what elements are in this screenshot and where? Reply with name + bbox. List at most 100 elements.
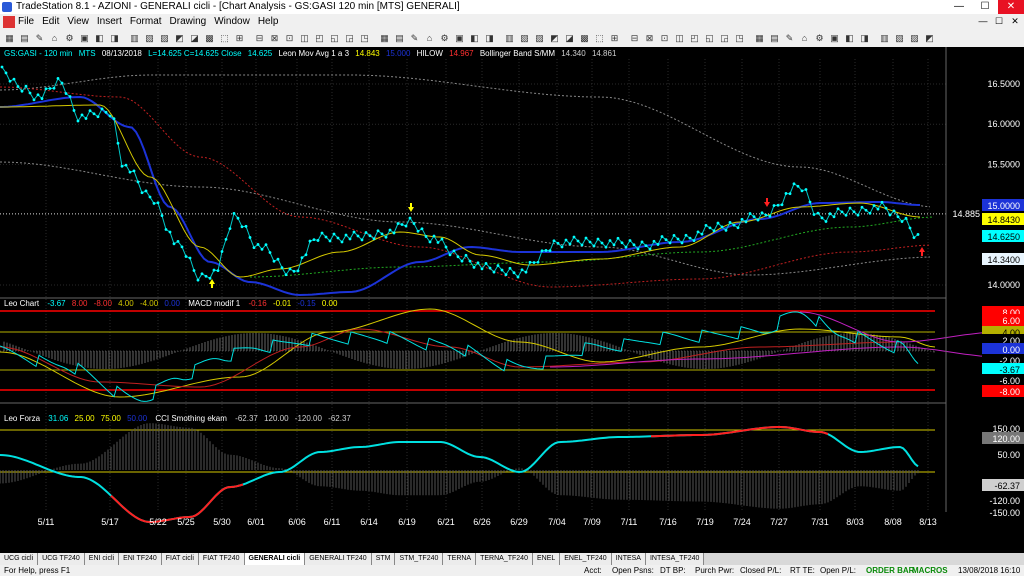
cross-icon[interactable]: ▨	[909, 32, 920, 44]
frame-icon[interactable]: ⬚	[219, 32, 230, 44]
tab-stm[interactable]: STM	[371, 553, 396, 565]
home-icon[interactable]: ⌂	[799, 32, 810, 44]
tile-left-icon[interactable]: ◧	[469, 32, 480, 44]
corner-b-icon[interactable]: ◱	[704, 32, 715, 44]
tab-enel[interactable]: ENEL	[532, 553, 561, 565]
split-alt-icon[interactable]: ◪	[189, 32, 200, 44]
tab-eni-cicli[interactable]: ENI cicli	[84, 553, 120, 565]
dot-icon[interactable]: ⊡	[659, 32, 670, 44]
corner-a-icon[interactable]: ◰	[689, 32, 700, 44]
chart-canvas[interactable]: 5/11 5/17 5/22 5/25 5/30 6/01 6/06 6/11 6/14 6/19…	[0, 47, 1024, 550]
column-icon[interactable]: ◫	[674, 32, 685, 44]
tab-generali-tf240[interactable]: GENERALI TF240	[305, 553, 372, 565]
grid-icon[interactable]: ▥	[129, 32, 140, 44]
corner-c-icon[interactable]: ◲	[719, 32, 730, 44]
tile-right-icon[interactable]: ◨	[109, 32, 120, 44]
settings-icon[interactable]: ⚙	[439, 32, 450, 44]
tab-enel-tf240[interactable]: ENEL_TF240	[560, 553, 612, 565]
close-button[interactable]: ✕	[998, 0, 1024, 14]
menu-help[interactable]: Help	[258, 16, 279, 27]
new-icon[interactable]: ▦	[4, 32, 15, 44]
cross-icon[interactable]: ▨	[534, 32, 545, 44]
tab-ucg-cicli[interactable]: UCG cicli	[0, 553, 39, 565]
split-icon[interactable]: ◩	[924, 32, 935, 44]
edit-icon[interactable]: ✎	[34, 32, 45, 44]
menu-edit[interactable]: Edit	[42, 16, 59, 27]
edit-icon[interactable]: ✎	[409, 32, 420, 44]
grid-icon[interactable]: ▥	[879, 32, 890, 44]
minus-icon[interactable]: ⊟	[629, 32, 640, 44]
menu-format[interactable]: Format	[130, 16, 162, 27]
macros-button[interactable]: MACROS	[912, 565, 948, 576]
corner-a-icon[interactable]: ◰	[314, 32, 325, 44]
window-icon[interactable]: ▣	[829, 32, 840, 44]
tab-ucg-tf240[interactable]: UCG TF240	[38, 553, 85, 565]
menu-drawing[interactable]: Drawing	[170, 16, 207, 27]
hatch-icon[interactable]: ▧	[519, 32, 530, 44]
settings-icon[interactable]: ⚙	[64, 32, 75, 44]
close-point	[700, 232, 704, 236]
tab-terna[interactable]: TERNA	[443, 553, 477, 565]
menu-insert[interactable]: Insert	[97, 16, 122, 27]
child-close-button[interactable]: ✕	[1008, 15, 1022, 28]
plus-icon[interactable]: ⊞	[609, 32, 620, 44]
tab-stm-tf240[interactable]: STM_TF240	[395, 553, 444, 565]
minus-icon[interactable]: ⊟	[254, 32, 265, 44]
tile-right-icon[interactable]: ◨	[484, 32, 495, 44]
tile-left-icon[interactable]: ◧	[844, 32, 855, 44]
corner-d-icon[interactable]: ◳	[359, 32, 370, 44]
new-icon[interactable]: ▦	[754, 32, 765, 44]
menu-view[interactable]: View	[67, 16, 89, 27]
open-icon[interactable]: ▤	[394, 32, 405, 44]
window-icon[interactable]: ▣	[454, 32, 465, 44]
plus-icon[interactable]: ⊞	[234, 32, 245, 44]
split-icon[interactable]: ◩	[549, 32, 560, 44]
x-axis-date-label: 6/11	[324, 517, 341, 527]
dot-icon[interactable]: ⊡	[284, 32, 295, 44]
column-icon[interactable]: ◫	[299, 32, 310, 44]
child-restore-button[interactable]: ☐	[992, 15, 1006, 28]
tab-intesa[interactable]: INTESA	[611, 553, 646, 565]
close-point	[628, 239, 632, 242]
open-icon[interactable]: ▤	[769, 32, 780, 44]
split-icon[interactable]: ◩	[174, 32, 185, 44]
split-alt-icon[interactable]: ◪	[564, 32, 575, 44]
edit-icon[interactable]: ✎	[784, 32, 795, 44]
macd-value-label: -8.00	[999, 387, 1020, 397]
grid-icon[interactable]: ▥	[504, 32, 515, 44]
menu-window[interactable]: Window	[214, 16, 250, 27]
x-icon[interactable]: ⊠	[644, 32, 655, 44]
tab-generali-cicli[interactable]: GENERALI cicli	[244, 553, 306, 565]
tab-terna-tf240[interactable]: TERNA_TF240	[476, 553, 533, 565]
chart-analysis-window[interactable]: 5/11 5/17 5/22 5/25 5/30 6/01 6/06 6/11 6/14 6/19…	[0, 47, 1024, 550]
menu-file[interactable]: File	[18, 16, 34, 27]
child-minimize-button[interactable]: —	[976, 15, 990, 28]
corner-b-icon[interactable]: ◱	[329, 32, 340, 44]
corner-d-icon[interactable]: ◳	[734, 32, 745, 44]
dense-icon[interactable]: ▩	[204, 32, 215, 44]
tab-fiat-cicli[interactable]: FIAT cicli	[161, 553, 199, 565]
home-icon[interactable]: ⌂	[424, 32, 435, 44]
minimize-button[interactable]: —	[946, 0, 972, 14]
tab-fiat-tf240[interactable]: FIAT TF240	[198, 553, 245, 565]
tab-intesa-tf240[interactable]: INTESA_TF240	[645, 553, 705, 565]
settings-icon[interactable]: ⚙	[814, 32, 825, 44]
close-point	[816, 211, 820, 215]
close-point	[776, 203, 780, 207]
hatch-icon[interactable]: ▧	[894, 32, 905, 44]
hatch-icon[interactable]: ▧	[144, 32, 155, 44]
open-icon[interactable]: ▤	[19, 32, 30, 44]
dense-icon[interactable]: ▩	[579, 32, 590, 44]
new-icon[interactable]: ▦	[379, 32, 390, 44]
x-icon[interactable]: ⊠	[269, 32, 280, 44]
tile-left-icon[interactable]: ◧	[94, 32, 105, 44]
corner-c-icon[interactable]: ◲	[344, 32, 355, 44]
tile-right-icon[interactable]: ◨	[859, 32, 870, 44]
home-icon[interactable]: ⌂	[49, 32, 60, 44]
frame-icon[interactable]: ⬚	[594, 32, 605, 44]
window-icon[interactable]: ▣	[79, 32, 90, 44]
cross-icon[interactable]: ▨	[159, 32, 170, 44]
maximize-button[interactable]: ☐	[972, 0, 998, 14]
tab-eni-tf240[interactable]: ENI TF240	[119, 553, 162, 565]
order-bar-button[interactable]: ORDER BAR	[866, 565, 914, 576]
